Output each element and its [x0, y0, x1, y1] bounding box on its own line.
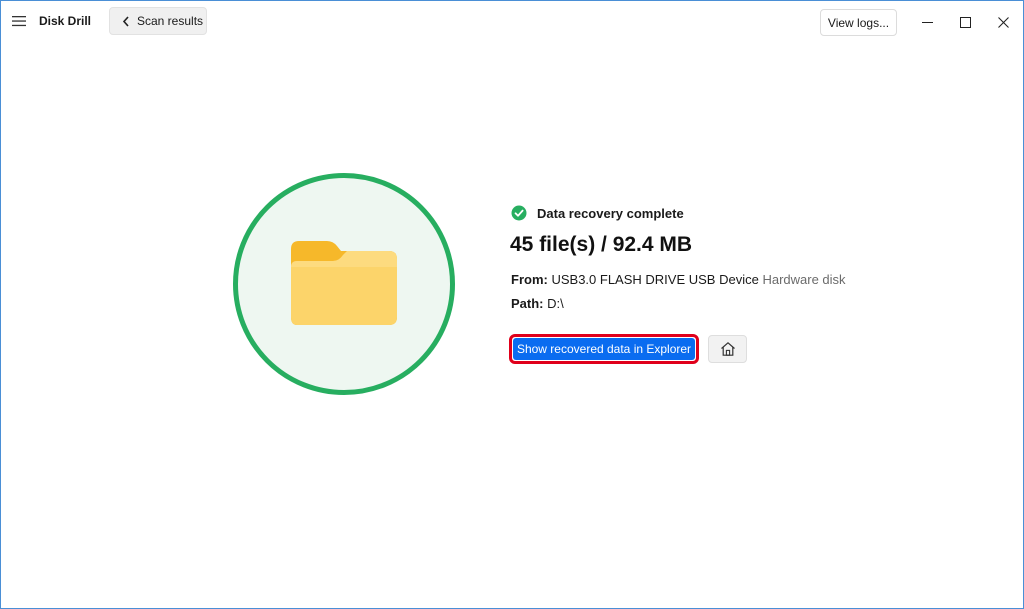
source-device: USB3.0 FLASH DRIVE USB Device — [551, 272, 759, 287]
recovered-summary: 45 file(s) / 92.4 MB — [510, 233, 693, 256]
app-window: Disk Drill Scan results View logs... Dat… — [0, 0, 1024, 609]
minimize-icon — [921, 21, 933, 23]
view-logs-button[interactable]: View logs... — [820, 9, 897, 36]
source-type: Hardware disk — [762, 272, 846, 287]
title-bar: Disk Drill Scan results View logs... — [1, 1, 1023, 43]
hamburger-icon — [12, 16, 26, 27]
home-icon — [720, 342, 735, 356]
path-value: D:\ — [547, 296, 564, 311]
folder-icon — [291, 241, 397, 325]
status-text: Data recovery complete — [537, 205, 684, 221]
from-label: From: — [511, 272, 548, 287]
show-in-explorer-button[interactable]: Show recovered data in Explorer — [509, 334, 699, 364]
path-info: Path: D:\ — [511, 296, 564, 311]
check-circle-icon — [511, 205, 527, 221]
home-button[interactable] — [708, 335, 747, 363]
menu-button[interactable] — [7, 9, 31, 33]
recovery-status: Data recovery complete — [511, 205, 684, 221]
maximize-icon — [959, 16, 971, 28]
back-button-label: Scan results — [137, 14, 204, 28]
minimize-button[interactable] — [912, 9, 942, 35]
show-in-explorer-label: Show recovered data in Explorer — [513, 338, 695, 360]
path-label: Path: — [511, 296, 544, 311]
chevron-left-icon — [120, 15, 132, 27]
maximize-button[interactable] — [950, 9, 980, 35]
scan-results-back-button[interactable]: Scan results — [109, 7, 207, 35]
app-title: Disk Drill — [39, 14, 92, 28]
source-info: From: USB3.0 FLASH DRIVE USB Device Hard… — [511, 272, 846, 287]
close-button[interactable] — [988, 9, 1018, 35]
close-icon — [997, 16, 1009, 28]
